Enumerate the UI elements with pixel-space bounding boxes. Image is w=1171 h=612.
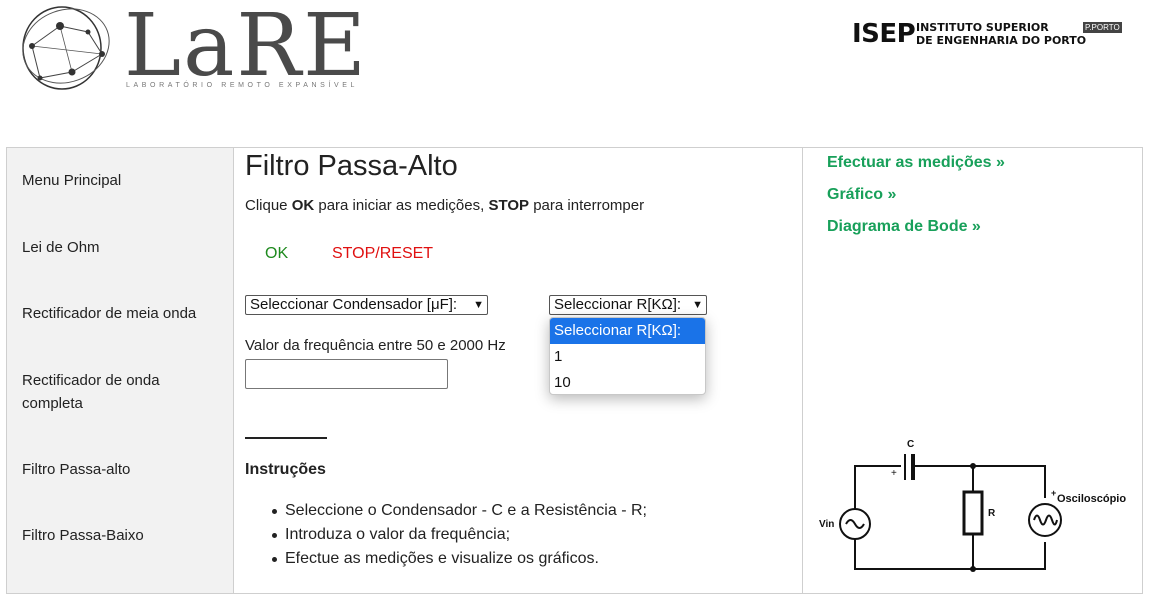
instr-mid: para iniciar as medições, xyxy=(314,197,489,214)
start-instructions: Clique OK para iniciar as medições, STOP… xyxy=(245,196,644,216)
sidebar: Menu Principal Lei de Ohm Rectificador d… xyxy=(7,148,234,593)
list-item: Seleccione o Condensador - C e a Resistê… xyxy=(245,499,647,523)
high-pass-circuit-diagram: C + R Vin + Osciloscópio xyxy=(819,439,1126,572)
link-grafico[interactable]: Gráfico » xyxy=(827,186,896,204)
isep-fullname: INSTITUTO SUPERIOR DE ENGENHARIA DO PORT… xyxy=(916,21,1086,47)
list-item: Efectue as medições e visualize os gráfi… xyxy=(245,547,647,571)
resistor-select[interactable]: Seleccionar R[KΩ]: ▼ xyxy=(549,295,707,315)
capacitor-select[interactable]: Seleccionar Condensador [μF]: ▼ xyxy=(245,295,488,315)
capacitor-label: C xyxy=(907,439,914,450)
frequency-label: Valor da frequência entre 50 e 2000 Hz xyxy=(245,337,506,354)
junction-dot xyxy=(970,463,976,469)
oscilloscope-label: Osciloscópio xyxy=(1057,493,1126,505)
capacitor-select-value: Seleccionar Condensador [μF]: xyxy=(250,296,458,313)
sidebar-item-rectificador-meia-onda[interactable]: Rectificador de meia onda xyxy=(22,302,222,325)
sidebar-item-rectificador-onda-completa[interactable]: Rectificador de onda completa xyxy=(22,369,182,415)
instr-suffix: para interromper xyxy=(529,197,645,214)
chevron-down-icon: ▼ xyxy=(473,299,484,311)
scope-plus: + xyxy=(1051,488,1056,498)
sidebar-item-filtro-passa-alto[interactable]: Filtro Passa-alto xyxy=(22,458,222,481)
isep-line-1: INSTITUTO SUPERIOR xyxy=(916,21,1049,34)
main-content: Filtro Passa-Alto Clique OK para iniciar… xyxy=(234,148,803,593)
lare-logo: LaRE LABORATÓRIO REMOTO EXPANSÍVEL xyxy=(18,0,366,94)
resistor-dropdown-list: Seleccionar R[KΩ]: 1 10 xyxy=(549,317,706,395)
logo-text: LaRE xyxy=(124,0,368,96)
sidebar-item-menu-principal[interactable]: Menu Principal xyxy=(22,169,222,192)
link-diagrama-bode[interactable]: Diagrama de Bode » xyxy=(827,218,981,236)
isep-line-2: DE ENGENHARIA DO PORTO xyxy=(916,34,1087,47)
instructions-list: Seleccione o Condensador - C e a Resistê… xyxy=(245,499,647,571)
isep-logo: ISEP INSTITUTO SUPERIOR DE ENGENHARIA DO… xyxy=(852,18,1132,52)
instr-prefix: Clique xyxy=(245,197,292,214)
sidebar-item-filtro-passa-baixo[interactable]: Filtro Passa-Baixo xyxy=(22,524,222,547)
resistor-option[interactable]: 1 xyxy=(550,344,705,370)
stop-reset-button[interactable]: STOP/RESET xyxy=(332,245,433,263)
resistor-option[interactable]: 10 xyxy=(550,370,705,394)
main-frame: Menu Principal Lei de Ohm Rectificador d… xyxy=(6,147,1143,594)
capacitor-plus: + xyxy=(891,468,897,479)
resistor-label: R xyxy=(988,508,996,519)
isep-abbr: ISEP xyxy=(852,19,916,49)
frequency-input[interactable] xyxy=(245,359,448,389)
chevron-down-icon: ▼ xyxy=(692,299,703,311)
junction-dot xyxy=(970,566,976,572)
logo-subtitle: LABORATÓRIO REMOTO EXPANSÍVEL xyxy=(126,82,358,89)
ok-button[interactable]: OK xyxy=(265,245,288,263)
sidebar-item-lei-de-ohm[interactable]: Lei de Ohm xyxy=(22,236,222,259)
instructions-heading: Instruções xyxy=(245,461,326,478)
lare-network-logo-icon xyxy=(22,6,110,90)
instr-stop: STOP xyxy=(488,197,530,214)
resistor-select-value: Seleccionar R[KΩ]: xyxy=(554,296,682,313)
instr-ok: OK xyxy=(291,197,315,214)
porto-tag: P.PORTO xyxy=(1083,22,1122,33)
divider xyxy=(245,437,327,439)
source-label: Vin xyxy=(819,519,834,530)
link-efectuar-medicoes[interactable]: Efectuar as medições » xyxy=(827,154,1005,172)
list-item: Introduza o valor da frequência; xyxy=(245,523,647,547)
page-title: Filtro Passa-Alto xyxy=(245,150,458,182)
resistor-option[interactable]: Seleccionar R[KΩ]: xyxy=(550,318,705,344)
